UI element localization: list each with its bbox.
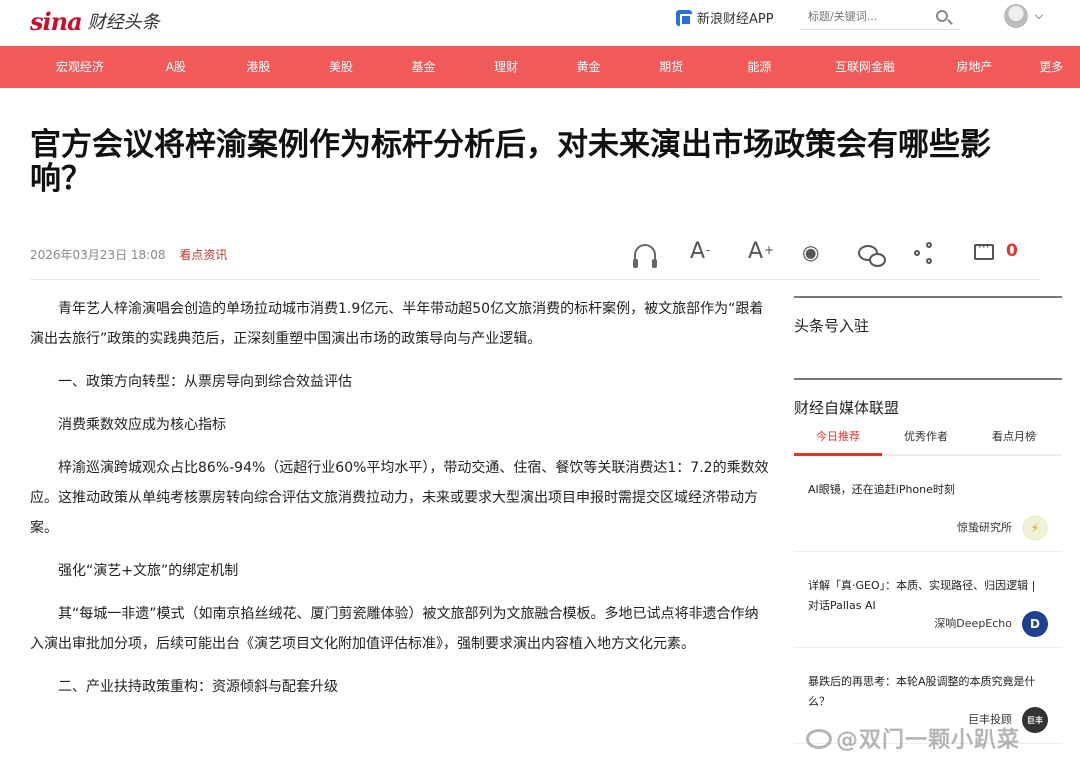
nav-item[interactable]: 理财 bbox=[462, 46, 550, 88]
sidebar-section-alliance: 财经自媒体联盟 bbox=[794, 399, 900, 417]
author-avatar[interactable]: 巨丰 bbox=[1022, 707, 1048, 733]
weibo-logo-icon bbox=[806, 729, 832, 749]
sidebar-feed: AI眼镜，还在追赶iPhone时刻惊蛰研究所 ⚡ 详解「真·GEO」：本质、实现路径… bbox=[794, 456, 1062, 744]
comment-icon[interactable] bbox=[974, 240, 994, 260]
article-paragraph: 梓渝巡演跨城观众占比86%-94%（远超行业60%平均水平），带动交通、住宿、餐… bbox=[30, 460, 769, 536]
app-download-link[interactable]: 新浪财经APP bbox=[676, 8, 774, 27]
watermark: @双门一颗小趴菜 bbox=[806, 722, 1020, 754]
nav-item[interactable]: 美股 bbox=[297, 46, 385, 88]
feed-author[interactable]: 惊蛰研究所 bbox=[957, 519, 1012, 535]
page-title: 官方会议将梓渝案例作为标杆分析后，对未来演出市场政策会有哪些影响？ bbox=[30, 127, 991, 197]
nav-item[interactable]: 期货 bbox=[627, 46, 715, 88]
nav-item[interactable]: 基金 bbox=[385, 46, 462, 88]
article-paragraph: 青年艺人梓渝演唱会创造的单场拉动城市消费1.9亿元、半年带动超50亿文旅消费的标… bbox=[30, 301, 764, 347]
feed-title[interactable]: 详解「真·GEO」：本质、实现路径、归因逻辑 | 对话Pallas AI bbox=[808, 576, 1048, 616]
chevron-down-icon[interactable] bbox=[1034, 10, 1044, 20]
sidebar-tab[interactable]: 今日推荐 bbox=[794, 426, 882, 454]
sidebar: 头条号入驻 财经自媒体联盟 今日推荐 优秀作者 看点月榜 AI眼镜，还在追赶iPho… bbox=[794, 296, 1062, 744]
nav-item[interactable]: 互联网金融 bbox=[804, 46, 927, 88]
feed-item[interactable]: 详解「真·GEO」：本质、实现路径、归因逻辑 | 对话Pallas AI 深响De… bbox=[794, 552, 1062, 648]
search-icon[interactable] bbox=[936, 10, 948, 22]
search-input[interactable] bbox=[808, 10, 928, 23]
article-body: 青年艺人梓渝演唱会创造的单场拉动城市消费1.9亿元、半年带动超50亿文旅消费的标… bbox=[30, 294, 770, 702]
nav-item[interactable]: 港股 bbox=[220, 46, 297, 88]
sina-logo[interactable]: sina 财经头条 bbox=[30, 6, 160, 36]
sidebar-tab[interactable]: 优秀作者 bbox=[882, 426, 970, 454]
author-avatar[interactable]: D bbox=[1022, 611, 1048, 637]
feed-title[interactable]: 暴跌后的再思考：本轮A股调整的本质究竟是什么？ bbox=[808, 672, 1048, 712]
logo-channel: 财经头条 bbox=[87, 12, 160, 33]
sidebar-section-join[interactable]: 头条号入驻 bbox=[794, 298, 1062, 378]
article-paragraph: 消费乘数效应成为核心指标 bbox=[58, 417, 226, 433]
feed-title[interactable]: AI眼镜，还在追赶iPhone时刻 bbox=[808, 480, 1048, 500]
share-icon[interactable] bbox=[914, 242, 942, 270]
nav-item[interactable]: 宏观经济 bbox=[28, 46, 132, 88]
sidebar-tab[interactable]: 看点月榜 bbox=[970, 426, 1058, 454]
publish-date: 2026年03月23日 18:08 bbox=[30, 248, 166, 262]
comment-count[interactable]: 0 bbox=[1006, 241, 1018, 261]
avatar[interactable] bbox=[1004, 4, 1028, 28]
article-paragraph: 一、政策方向转型：从票房导向到综合效益评估 bbox=[58, 374, 352, 390]
nav-item[interactable]: 更多 bbox=[1022, 46, 1080, 88]
wechat-share-icon[interactable] bbox=[858, 245, 886, 267]
article-meta: 2026年03月23日 18:08 看点资讯 bbox=[30, 246, 227, 263]
nav-item[interactable]: A股 bbox=[132, 46, 220, 88]
feed-author[interactable]: 深响DeepEcho bbox=[934, 615, 1012, 631]
nav-item[interactable]: 黄金 bbox=[550, 46, 627, 88]
meta-divider bbox=[30, 279, 1040, 280]
font-increase-icon[interactable]: A + bbox=[748, 238, 776, 266]
nav-item[interactable]: 房地产 bbox=[926, 46, 1022, 88]
logo-brand: sina bbox=[30, 6, 83, 36]
weibo-share-icon[interactable]: ◉ bbox=[802, 238, 830, 266]
feed-item[interactable]: AI眼镜，还在追赶iPhone时刻惊蛰研究所 ⚡ bbox=[794, 456, 1062, 552]
sidebar-tabs: 今日推荐 优秀作者 看点月榜 bbox=[794, 426, 1062, 456]
article-source[interactable]: 看点资讯 bbox=[179, 248, 227, 262]
headphone-icon[interactable] bbox=[633, 244, 657, 268]
article-paragraph: 二、产业扶持政策重构：资源倾斜与配套升级 bbox=[58, 679, 338, 695]
font-decrease-icon[interactable]: A- bbox=[690, 238, 718, 266]
article-paragraph: 其“每城一非遗”模式（如南京掐丝绒花、厦门剪瓷雕体验）被文旅部列为文旅融合模板。… bbox=[30, 606, 759, 652]
article-paragraph: 强化“演艺+文旅”的绑定机制 bbox=[58, 563, 239, 579]
top-header: sina 财经头条 新浪财经APP bbox=[0, 0, 1080, 46]
article-toolbar: A- A+ ◉ 0 bbox=[630, 238, 1030, 270]
app-link-label: 新浪财经APP bbox=[697, 12, 774, 27]
author-avatar[interactable]: ⚡ bbox=[1022, 515, 1048, 541]
channel-nav: 宏观经济 A股 港股 美股 基金 理财 黄金 期货 能源 互联网金融 房地产 更多 bbox=[0, 46, 1080, 88]
nav-item[interactable]: 能源 bbox=[715, 46, 803, 88]
app-icon bbox=[676, 9, 692, 26]
watermark-text: @双门一颗小趴菜 bbox=[836, 728, 1021, 753]
